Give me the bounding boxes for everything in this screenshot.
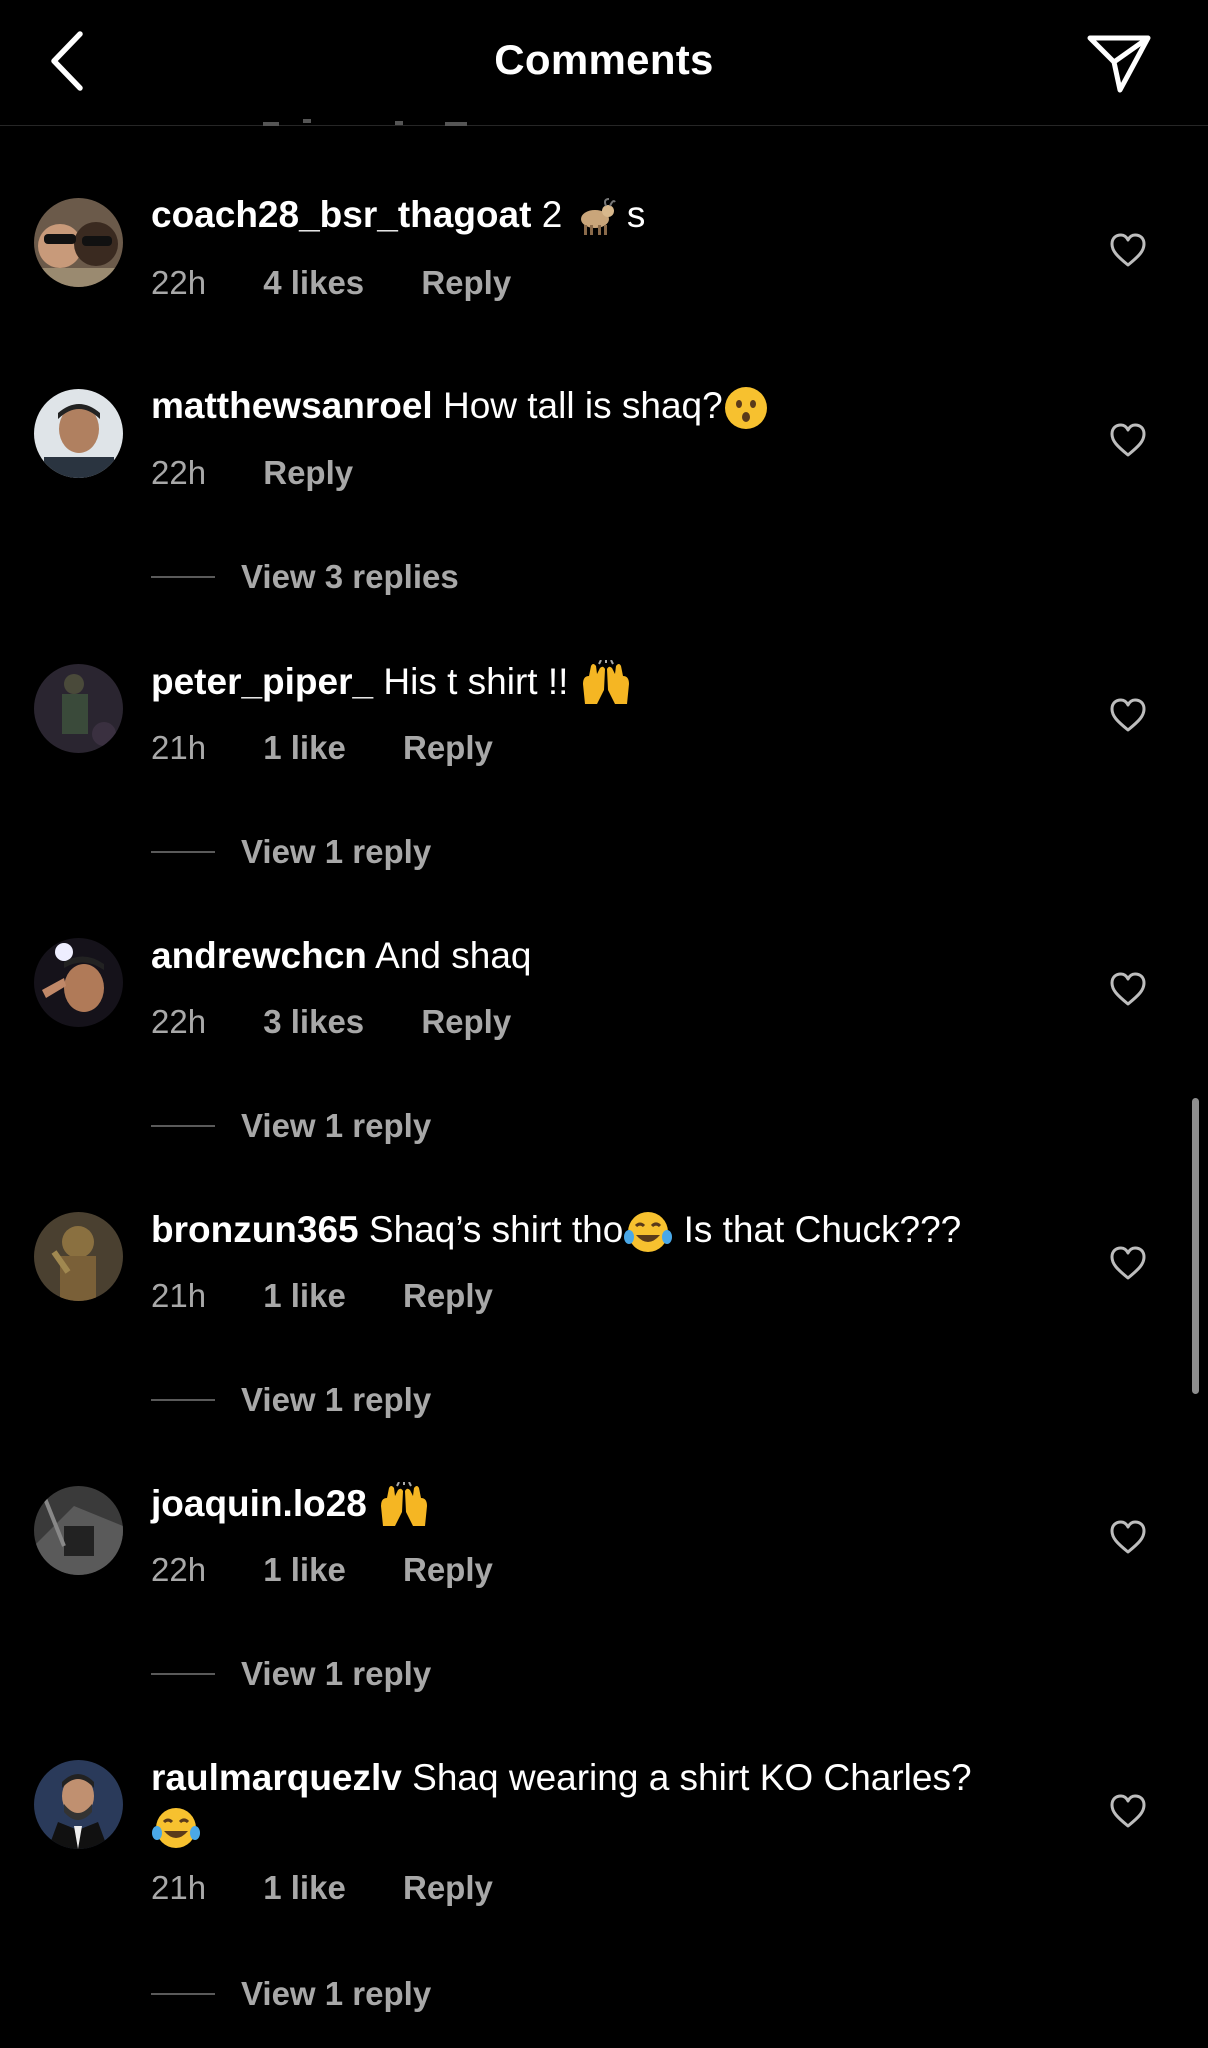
view-replies-label: View 1 reply xyxy=(241,1975,432,2012)
comment-text: bronzun365 Shaq’s shirt tho Is that Chuc… xyxy=(151,1206,1071,1255)
avatar[interactable] xyxy=(34,198,123,287)
comment-time: 21h xyxy=(151,1277,207,1314)
likes-count[interactable]: 1 like xyxy=(263,1551,346,1589)
reply-button[interactable]: Reply xyxy=(421,1003,511,1041)
comment-username[interactable]: coach28_bsr_thagoat xyxy=(151,194,531,235)
comment-body-suffix: s xyxy=(626,194,646,235)
clipped-text-remnant xyxy=(0,119,1208,127)
comment-username[interactable]: bronzun365 xyxy=(151,1209,359,1250)
view-replies-button[interactable]: View 1 reply xyxy=(151,1974,431,2014)
comment-meta: 22h Reply xyxy=(151,454,401,492)
reply-button[interactable]: Reply xyxy=(403,729,493,767)
comment-text: andrewchcn And shaq xyxy=(151,932,1071,980)
avatar[interactable] xyxy=(34,1212,123,1301)
share-button[interactable] xyxy=(1086,30,1152,96)
reply-button[interactable]: Reply xyxy=(263,454,353,492)
view-replies-label: View 1 reply xyxy=(241,1107,432,1144)
avatar[interactable] xyxy=(34,1760,123,1849)
comment-text: joaquin.lo28 xyxy=(151,1480,1071,1530)
avatar[interactable] xyxy=(34,938,123,1027)
heart-icon[interactable] xyxy=(1109,1245,1147,1281)
comment-body: Shaq’s shirt tho xyxy=(368,1209,624,1250)
comment-time: 22h xyxy=(151,264,207,301)
reply-button[interactable]: Reply xyxy=(421,264,511,302)
comment-meta: 21h 1 like Reply xyxy=(151,729,541,767)
comment-body-suffix: Is that Chuck??? xyxy=(683,1209,962,1250)
replies-divider xyxy=(151,1673,215,1675)
view-replies-label: View 1 reply xyxy=(241,1655,432,1692)
comment-text: matthewsanroel How tall is shaq? xyxy=(151,382,1071,431)
comment-time: 22h xyxy=(151,1551,207,1588)
comment-username[interactable]: joaquin.lo28 xyxy=(151,1483,367,1524)
hushed-face-emoji-icon xyxy=(724,387,767,430)
avatar[interactable] xyxy=(34,664,123,753)
avatar[interactable] xyxy=(34,389,123,478)
comment-username[interactable]: raulmarquezlv xyxy=(151,1757,402,1798)
heart-icon[interactable] xyxy=(1109,697,1147,733)
comment-meta: 21h 1 like Reply xyxy=(151,1277,541,1315)
view-replies-button[interactable]: View 1 reply xyxy=(151,832,431,872)
heart-icon[interactable] xyxy=(1109,422,1147,458)
comment-text: coach28_bsr_thagoat 2 s xyxy=(151,191,1071,239)
view-replies-label: View 1 reply xyxy=(241,1381,432,1418)
comment-time: 22h xyxy=(151,454,207,491)
view-replies-label: View 1 reply xyxy=(241,833,432,870)
header-bar: Comments xyxy=(0,0,1208,126)
scrollbar[interactable] xyxy=(1192,1098,1199,1394)
replies-divider xyxy=(151,1993,215,1995)
view-replies-button[interactable]: View 3 replies xyxy=(151,557,459,597)
raising-hands-emoji-icon xyxy=(381,1482,428,1527)
replies-divider xyxy=(151,1125,215,1127)
likes-count[interactable]: 3 likes xyxy=(263,1003,364,1041)
heart-icon[interactable] xyxy=(1109,1519,1147,1555)
reply-button[interactable]: Reply xyxy=(403,1869,493,1907)
tears-of-joy-emoji-icon xyxy=(152,1808,200,1849)
comment-body: Shaq wearing a shirt KO Charles? xyxy=(412,1757,972,1798)
raising-hands-emoji-icon xyxy=(582,660,629,705)
comment-body: How tall is shaq? xyxy=(442,385,723,426)
comment-body: And shaq xyxy=(375,935,532,976)
likes-count[interactable]: 1 like xyxy=(263,1869,346,1907)
view-replies-label: View 3 replies xyxy=(241,558,459,595)
view-replies-button[interactable]: View 1 reply xyxy=(151,1380,431,1420)
comment-time: 22h xyxy=(151,1003,207,1040)
page-title: Comments xyxy=(494,36,714,83)
avatar[interactable] xyxy=(34,1486,123,1575)
view-replies-button[interactable]: View 1 reply xyxy=(151,1654,431,1694)
comment-body: 2 xyxy=(541,194,563,235)
heart-icon[interactable] xyxy=(1109,232,1147,268)
comment-username[interactable]: peter_piper_ xyxy=(151,661,373,702)
comment-meta: 22h 3 likes Reply xyxy=(151,1003,559,1041)
goat-emoji-icon xyxy=(580,198,616,236)
comment-time: 21h xyxy=(151,729,207,766)
comment-time: 21h xyxy=(151,1869,207,1906)
comment-text: raulmarquezlv Shaq wearing a shirt KO Ch… xyxy=(151,1754,1071,1851)
comment-meta: 22h 4 likes Reply xyxy=(151,264,559,302)
reply-button[interactable]: Reply xyxy=(403,1551,493,1589)
comment-username[interactable]: andrewchcn xyxy=(151,935,367,976)
view-replies-button[interactable]: View 1 reply xyxy=(151,1106,431,1146)
comment-username[interactable]: matthewsanroel xyxy=(151,385,433,426)
heart-icon[interactable] xyxy=(1109,971,1147,1007)
paper-plane-icon xyxy=(1087,35,1151,93)
heart-icon[interactable] xyxy=(1109,1793,1147,1829)
replies-divider xyxy=(151,576,215,578)
comment-body: His t shirt !! xyxy=(383,661,569,702)
likes-count[interactable]: 1 like xyxy=(263,1277,346,1315)
comment-meta: 21h 1 like Reply xyxy=(151,1869,541,1907)
likes-count[interactable]: 1 like xyxy=(263,729,346,767)
replies-divider xyxy=(151,1399,215,1401)
replies-divider xyxy=(151,851,215,853)
likes-count[interactable]: 4 likes xyxy=(263,264,364,302)
comment-meta: 22h 1 like Reply xyxy=(151,1551,541,1589)
comment-text: peter_piper_ His t shirt !! xyxy=(151,658,1071,708)
reply-button[interactable]: Reply xyxy=(403,1277,493,1315)
tears-of-joy-emoji-icon xyxy=(624,1212,673,1253)
